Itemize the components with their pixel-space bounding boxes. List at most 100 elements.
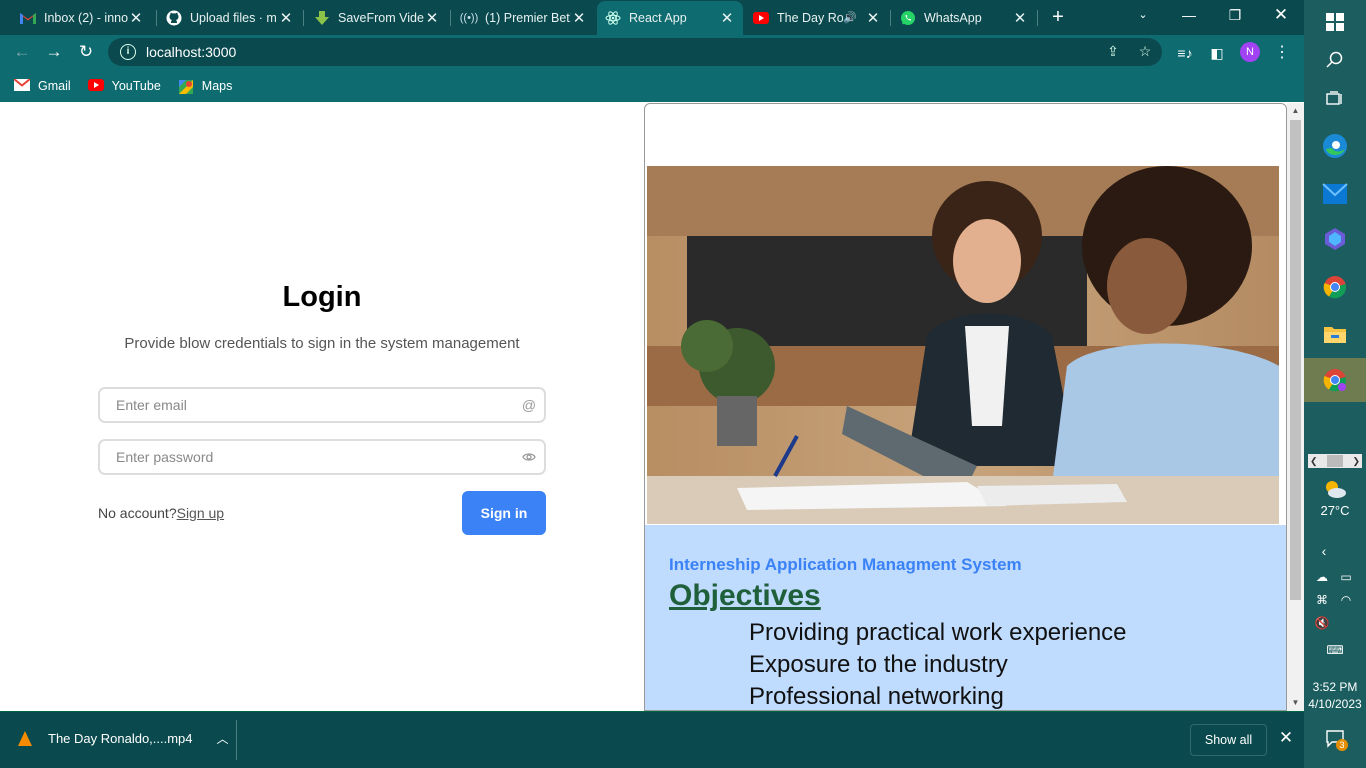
eye-icon[interactable] bbox=[514, 449, 544, 465]
share-icon[interactable]: ⇪ bbox=[1104, 43, 1122, 61]
mail-icon[interactable] bbox=[1304, 172, 1366, 216]
tab-title: React App bbox=[629, 11, 687, 25]
chevron-up-icon[interactable]: ︿ bbox=[217, 730, 229, 747]
new-tab-button[interactable]: + bbox=[1046, 5, 1070, 29]
address-bar[interactable]: i localhost:3000 ⇪ ☆ bbox=[108, 38, 1162, 66]
login-section: Login Provide blow credentials to sign i… bbox=[0, 103, 644, 711]
minimize-button[interactable]: — bbox=[1166, 0, 1212, 30]
copilot-icon[interactable] bbox=[1304, 217, 1366, 261]
tab-separator bbox=[890, 10, 891, 26]
login-subtitle: Provide blow credentials to sign in the … bbox=[124, 335, 520, 352]
show-all-button[interactable]: Show all bbox=[1190, 724, 1267, 756]
tab-title: Inbox (2) - inno bbox=[44, 10, 128, 25]
search-icon[interactable] bbox=[1304, 38, 1366, 82]
bookmark-youtube[interactable]: YouTube bbox=[87, 78, 161, 93]
close-tab-icon[interactable]: ✕ bbox=[719, 9, 735, 27]
tab-github[interactable]: Upload files · m ✕ bbox=[158, 2, 302, 33]
tab-savefrom[interactable]: SaveFrom Vide ✕ bbox=[306, 2, 448, 33]
tab-react-app[interactable]: React App ✕ bbox=[597, 1, 743, 35]
chrome-active-icon[interactable] bbox=[1304, 358, 1366, 402]
at-sign-icon: @ bbox=[521, 397, 537, 413]
close-download-bar-icon[interactable]: ✕ bbox=[1277, 728, 1295, 748]
bookmark-gmail[interactable]: Gmail bbox=[13, 77, 71, 93]
file-explorer-icon[interactable] bbox=[1304, 312, 1366, 356]
volume-muted-icon[interactable]: 🔇 bbox=[1311, 614, 1333, 632]
sign-in-button[interactable]: Sign in bbox=[462, 491, 546, 535]
tab-youtube[interactable]: The Day Ro 🔊 ✕ bbox=[745, 2, 889, 33]
login-title: Login bbox=[282, 281, 362, 313]
tab-separator bbox=[156, 10, 157, 26]
address-url[interactable]: localhost:3000 bbox=[146, 44, 236, 60]
browser-window: Inbox (2) - inno ✕ Upload files · m ✕ Sa… bbox=[0, 0, 1304, 768]
weather-widget[interactable]: 27°C bbox=[1304, 478, 1366, 518]
system-title: Interneship Application Managment System bbox=[669, 555, 1022, 574]
media-control-icon[interactable]: ≡♪ bbox=[1175, 43, 1195, 63]
password-input[interactable] bbox=[100, 441, 514, 473]
menu-kebab-icon[interactable]: ⋮ bbox=[1272, 43, 1292, 63]
scrollbar-thumb[interactable] bbox=[1290, 120, 1301, 600]
scrollbar-thumb[interactable] bbox=[1327, 455, 1343, 467]
bookmark-star-icon[interactable]: ☆ bbox=[1136, 43, 1154, 61]
close-tab-icon[interactable]: ✕ bbox=[571, 9, 587, 27]
download-filename: The Day Ronaldo,....mp4 bbox=[48, 731, 193, 746]
github-icon bbox=[166, 10, 182, 26]
onedrive-warning-icon[interactable]: ☁ bbox=[1311, 568, 1333, 586]
clock-date: 4/10/2023 bbox=[1308, 697, 1362, 711]
site-info-icon[interactable]: i bbox=[120, 44, 136, 60]
download-item[interactable]: The Day Ronaldo,....mp4 ︿ bbox=[18, 730, 229, 747]
forward-button[interactable]: → bbox=[42, 41, 66, 63]
wifi-icon[interactable]: ◠ bbox=[1335, 591, 1357, 609]
scroll-up-arrow-icon[interactable]: ▲ bbox=[1287, 103, 1304, 119]
tab-bar: Inbox (2) - inno ✕ Upload files · m ✕ Sa… bbox=[0, 0, 1304, 35]
sign-up-link[interactable]: Sign up bbox=[177, 505, 224, 521]
close-tab-icon[interactable]: ✕ bbox=[278, 9, 294, 27]
gmail-icon bbox=[20, 10, 36, 26]
chrome-icon[interactable] bbox=[1304, 265, 1366, 309]
audio-playing-icon[interactable]: 🔊 bbox=[843, 11, 857, 24]
tab-search-chevron-down-icon[interactable]: ⌄ bbox=[1120, 0, 1166, 30]
side-panel-icon[interactable]: ◧ bbox=[1207, 43, 1227, 63]
objectives-heading: Objectives bbox=[669, 579, 821, 612]
tab-gmail[interactable]: Inbox (2) - inno ✕ bbox=[12, 2, 152, 33]
tab-title: Upload files · m bbox=[190, 10, 277, 25]
chevron-left-icon[interactable]: ‹ bbox=[1313, 542, 1335, 560]
tab-separator bbox=[303, 10, 304, 26]
tab-whatsapp[interactable]: WhatsApp ✕ bbox=[892, 2, 1036, 33]
close-tab-icon[interactable]: ✕ bbox=[424, 9, 440, 27]
keyboard-icon[interactable]: ⌨ bbox=[1324, 641, 1346, 659]
close-window-button[interactable]: ✕ bbox=[1258, 0, 1304, 30]
restore-button[interactable]: ❐ bbox=[1212, 0, 1258, 30]
bookmark-maps[interactable]: Maps bbox=[178, 79, 232, 94]
bookmark-label: Gmail bbox=[38, 78, 71, 93]
gmail-icon bbox=[13, 77, 31, 93]
temperature: 27°C bbox=[1320, 503, 1350, 518]
info-panel: Interneship Application Managment System… bbox=[645, 525, 1286, 710]
vertical-scrollbar[interactable]: ▲ ▼ bbox=[1287, 103, 1304, 711]
battery-icon[interactable]: ▭ bbox=[1335, 568, 1357, 586]
task-view-icon[interactable] bbox=[1304, 77, 1366, 121]
edge-icon[interactable] bbox=[1304, 124, 1366, 168]
password-field[interactable] bbox=[98, 439, 546, 475]
reload-button[interactable]: ↻ bbox=[74, 41, 98, 63]
scroll-right-arrow-icon[interactable]: ❯ bbox=[1352, 456, 1360, 467]
taskbar-scrollbar[interactable]: ❮ ❯ bbox=[1308, 454, 1362, 468]
bookmarks-bar: Gmail YouTube Maps bbox=[0, 69, 1304, 102]
close-tab-icon[interactable]: ✕ bbox=[865, 9, 881, 27]
page-viewport: Login Provide blow credentials to sign i… bbox=[0, 103, 1304, 711]
partly-cloudy-icon bbox=[1326, 481, 1346, 498]
profile-avatar[interactable]: N bbox=[1240, 42, 1260, 62]
tab-separator bbox=[450, 10, 451, 26]
close-tab-icon[interactable]: ✕ bbox=[1012, 9, 1028, 27]
tab-premier-bet[interactable]: ((•)) (1) Premier Bet! ✕ bbox=[453, 2, 595, 33]
back-button[interactable]: ← bbox=[10, 41, 34, 63]
notification-icon[interactable]: 3 bbox=[1326, 730, 1348, 751]
email-field[interactable]: @ bbox=[98, 387, 546, 423]
meet-now-icon[interactable]: ⌘ bbox=[1311, 591, 1333, 609]
email-input[interactable] bbox=[100, 389, 514, 421]
office-photo bbox=[647, 166, 1279, 524]
objectives-list: Providing practical work experience Expo… bbox=[749, 617, 1127, 710]
scroll-down-arrow-icon[interactable]: ▼ bbox=[1287, 695, 1304, 711]
close-tab-icon[interactable]: ✕ bbox=[128, 9, 144, 27]
scroll-left-arrow-icon[interactable]: ❮ bbox=[1310, 456, 1318, 467]
system-clock[interactable]: 3:52 PM 4/10/2023 bbox=[1304, 679, 1366, 713]
